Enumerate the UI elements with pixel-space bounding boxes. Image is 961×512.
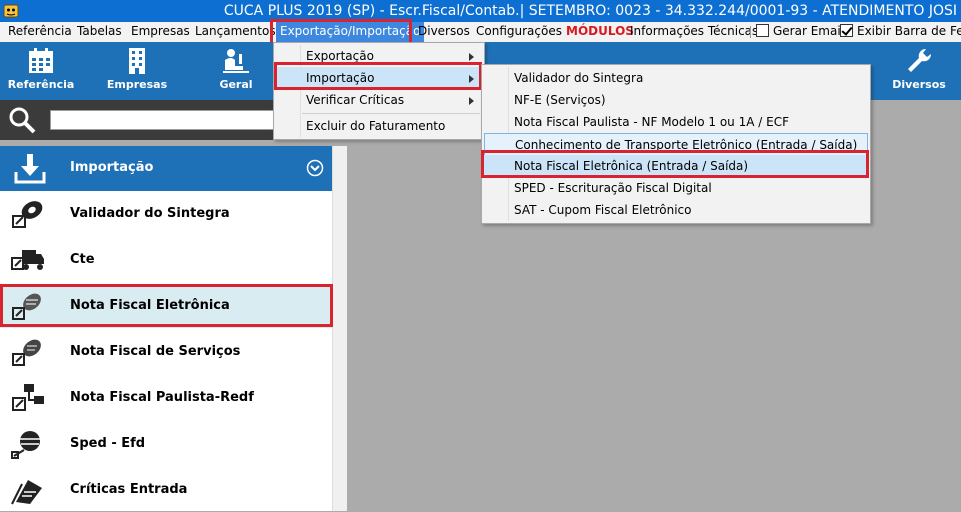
menu-modulos[interactable]: MÓDULOS — [566, 22, 634, 42]
side-item-nota-fiscal-paulista[interactable]: Nota Fiscal Paulista-Redf — [0, 376, 332, 420]
menu-lancamentos[interactable]: Lançamentos — [195, 22, 276, 42]
side-item-validador-sintegra[interactable]: Validador do Sintegra — [0, 192, 332, 236]
menu-separator — [302, 113, 480, 114]
submenu-verificar-criticas[interactable]: Verificar Críticas — [276, 89, 482, 111]
side-item-label: Sped - Efd — [70, 436, 146, 451]
chevron-circle-down-icon[interactable] — [306, 159, 324, 177]
export-import-dropdown: Exportação Importação Verificar Críticas… — [273, 42, 485, 140]
side-item-label: Nota Fiscal Eletrônica — [70, 298, 230, 313]
menu-exportacao-importacao[interactable]: Exportação/Importação — [276, 22, 425, 42]
import-service-invoice-icon — [12, 339, 41, 366]
panel-header-label: Importação — [70, 160, 154, 175]
side-panel-scrollbar[interactable] — [332, 146, 347, 511]
submenu-conhecimento-transporte[interactable]: Conhecimento de Transporte Eletrônico (E… — [484, 133, 868, 157]
exibir-barra-checkbox[interactable]: Exibir Barra de Ferra — [840, 22, 961, 42]
toolbar-empresas-button[interactable]: Empresas — [100, 42, 174, 100]
gerar-email-label: Gerar Email — [773, 24, 845, 38]
document-stack-icon — [11, 480, 42, 505]
side-item-sped-efd[interactable]: Sped - Efd — [0, 422, 332, 466]
menu-separator — [750, 26, 751, 38]
submenu-sat[interactable]: SAT - Cupom Fiscal Eletrônico — [484, 199, 868, 221]
gerar-email-checkbox[interactable]: Gerar Email — [756, 22, 844, 42]
importacao-panel-header[interactable]: Importação — [0, 146, 332, 191]
submenu-importacao[interactable]: Importação — [276, 67, 482, 89]
checkbox-checked-icon — [840, 24, 853, 37]
chevron-right-icon — [469, 97, 474, 105]
submenu-exportacao[interactable]: Exportação — [276, 45, 482, 67]
toolbar-diversos-button[interactable]: Diversos — [880, 42, 958, 100]
toolbar-referencia-label: Referência — [7, 78, 75, 91]
toolbar-geral-label: Geral — [219, 78, 253, 91]
submenu-label: Excluir do Faturamento — [306, 119, 446, 133]
checkbox-unchecked-icon — [756, 24, 769, 37]
side-item-nota-fiscal-eletronica[interactable]: Nota Fiscal Eletrônica — [0, 284, 332, 328]
exibir-barra-label: Exibir Barra de Ferra — [857, 24, 961, 38]
network-import-icon — [12, 384, 44, 411]
download-icon — [14, 154, 46, 184]
building-icon — [129, 48, 145, 74]
side-item-label: Críticas Entrada — [70, 482, 188, 497]
importacao-dropdown: Validador do Sintegra NF-E (Serviços) No… — [481, 64, 871, 224]
submenu-label: Importação — [306, 71, 375, 85]
truck-icon — [11, 250, 44, 270]
submenu-validador-sintegra[interactable]: Validador do Sintegra — [484, 67, 868, 89]
side-panel: Importação Validador do Sintegra Cte Not… — [0, 146, 347, 511]
import-invoice-icon — [12, 293, 41, 320]
side-item-label: Cte — [70, 252, 95, 267]
submenu-nfe-servicos[interactable]: NF-E (Serviços) — [484, 89, 868, 111]
side-item-criticas-entrada[interactable]: Críticas Entrada — [0, 468, 332, 512]
chevron-right-icon — [469, 53, 474, 61]
submenu-label: Verificar Críticas — [306, 93, 405, 107]
submenu-nota-fiscal-paulista[interactable]: Nota Fiscal Paulista - NF Modelo 1 ou 1A… — [484, 111, 868, 133]
menu-tabelas[interactable]: Tabelas — [77, 22, 122, 42]
side-item-label: Nota Fiscal de Serviços — [70, 344, 241, 359]
menu-referencia[interactable]: Referência — [8, 22, 72, 42]
menu-bar: Referência Tabelas Empresas Lançamentos … — [0, 22, 961, 43]
submenu-excluir-faturamento[interactable]: Excluir do Faturamento — [276, 115, 482, 137]
side-item-nota-fiscal-servicos[interactable]: Nota Fiscal de Serviços — [0, 330, 332, 374]
toolbar-diversos-label: Diversos — [892, 78, 946, 91]
submenu-nota-fiscal-eletronica[interactable]: Nota Fiscal Eletrônica (Entrada / Saída) — [484, 155, 868, 177]
chevron-right-icon — [469, 75, 474, 83]
menu-configuracoes[interactable]: Configurações — [476, 22, 562, 42]
toolbar-referencia-button[interactable]: Referência — [4, 42, 78, 100]
side-item-label: Validador do Sintegra — [70, 206, 230, 221]
menu-diversos[interactable]: Diversos — [418, 22, 470, 42]
wrench-icon — [908, 48, 932, 72]
menu-empresas[interactable]: Empresas — [131, 22, 190, 42]
calendar-icon — [29, 48, 53, 73]
menu-informacoes-tecnicas[interactable]: Informações Técnicas — [630, 22, 758, 42]
side-item-label: Nota Fiscal Paulista-Redf — [70, 390, 254, 405]
submenu-sped[interactable]: SPED - Escrituração Fiscal Digital — [484, 177, 868, 199]
toolbar-geral-button[interactable]: Geral — [199, 42, 273, 100]
desk-user-icon — [223, 49, 249, 73]
title-bar: CUCA PLUS 2019 (SP) - Escr.Fiscal/Contab… — [0, 0, 961, 22]
window-title: CUCA PLUS 2019 (SP) - Escr.Fiscal/Contab… — [223, 3, 957, 19]
globe-arrow-icon — [11, 431, 40, 459]
submenu-label: Exportação — [306, 49, 374, 63]
side-item-cte[interactable]: Cte — [0, 238, 332, 282]
import-disk-icon — [12, 201, 43, 228]
toolbar-empresas-label: Empresas — [106, 78, 168, 91]
search-icon — [9, 107, 36, 134]
